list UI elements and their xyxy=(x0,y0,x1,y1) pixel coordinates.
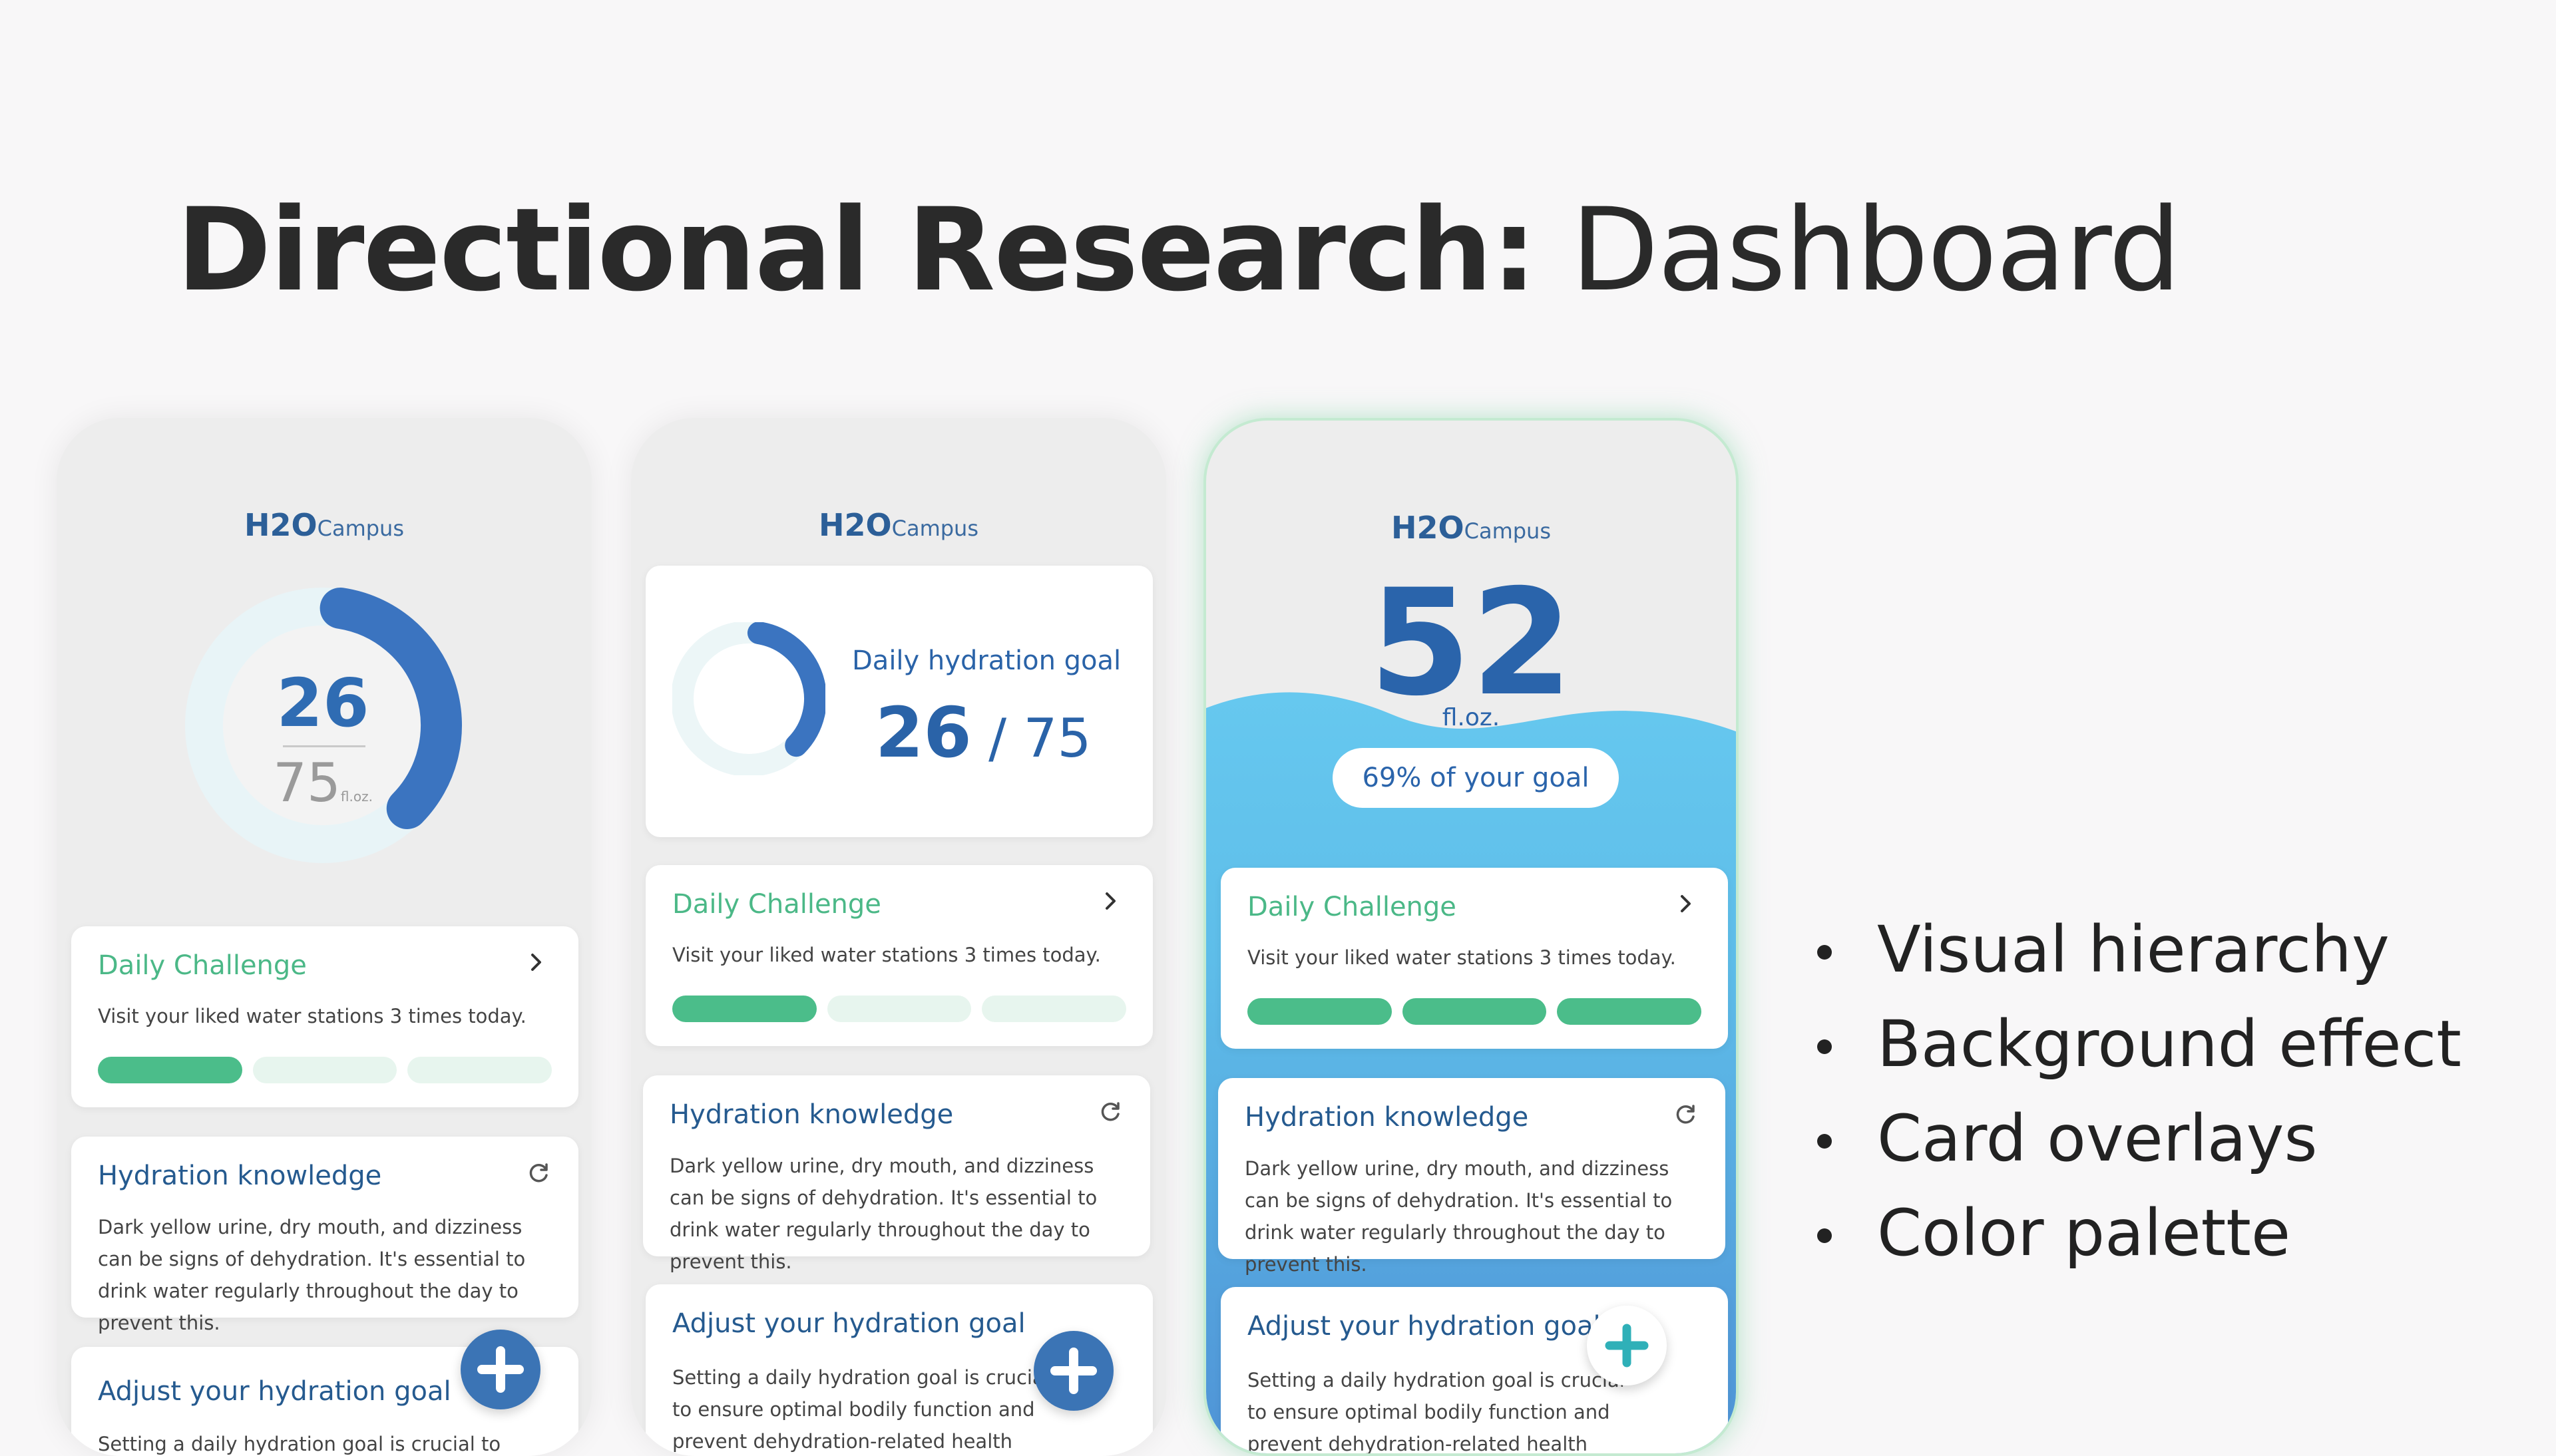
daily-challenge-card[interactable]: Daily Challenge Visit your liked water s… xyxy=(646,865,1153,1046)
current-intake: 26 xyxy=(875,692,972,773)
progress-segment xyxy=(407,1057,552,1083)
progress-segment xyxy=(1557,998,1702,1025)
brand-suffix: Campus xyxy=(1464,518,1551,544)
hydration-knowledge-card[interactable]: Hydration knowledge Dark yellow urine, d… xyxy=(643,1075,1150,1273)
brand-name: H2O xyxy=(819,507,892,543)
plus-icon xyxy=(1605,1324,1649,1367)
progress-segment xyxy=(982,996,1127,1022)
progress-segment xyxy=(252,1057,397,1083)
intake-unit: fl.oz. xyxy=(1442,704,1500,731)
card-title: Daily Challenge xyxy=(98,950,307,981)
challenge-progress xyxy=(98,1057,552,1083)
bullet-item: Color palette xyxy=(1817,1186,2461,1280)
brand-suffix: Campus xyxy=(317,516,404,541)
refresh-icon[interactable] xyxy=(1673,1102,1699,1127)
app-logo: H2OCampus xyxy=(631,507,1166,543)
add-water-button[interactable] xyxy=(1034,1331,1114,1411)
progress-segment xyxy=(827,996,972,1022)
plus-icon xyxy=(1050,1348,1097,1394)
brand-name: H2O xyxy=(244,507,318,543)
progress-segment xyxy=(1247,998,1392,1025)
app-logo: H2OCampus xyxy=(57,507,592,543)
card-text: Visit your liked water stations 3 times … xyxy=(1247,946,1676,969)
challenge-progress xyxy=(672,996,1127,1022)
separator: / xyxy=(971,707,1024,769)
brand-name: H2O xyxy=(1391,510,1464,546)
card-text: Visit your liked water stations 3 times … xyxy=(672,944,1101,966)
current-intake: 26 xyxy=(276,664,369,742)
app-logo: H2OCampus xyxy=(1206,510,1736,546)
card-title: Daily Challenge xyxy=(672,889,881,920)
refresh-icon[interactable] xyxy=(527,1161,552,1186)
progress-segment xyxy=(1402,998,1547,1025)
card-text: Dark yellow urine, dry mouth, and dizzin… xyxy=(1245,1157,1673,1276)
bullet-item: Background effect xyxy=(1817,997,2461,1091)
goal-label: Daily hydration goal xyxy=(852,645,1122,676)
chevron-right-icon[interactable] xyxy=(1097,888,1124,914)
phone-mockup-3: H2OCampus 52 fl.oz. 69% of your goal Dai… xyxy=(1203,418,1739,1456)
slide-title-bold: Directional Research: xyxy=(176,183,1537,317)
hydration-ring: 26 75fl.oz. xyxy=(183,586,463,865)
ring-divider xyxy=(283,745,365,747)
challenge-progress xyxy=(1247,998,1702,1025)
card-title: Hydration knowledge xyxy=(1245,1102,1529,1133)
card-title: Hydration knowledge xyxy=(98,1161,382,1191)
goal-value: 75 xyxy=(1023,707,1092,769)
goal-progress-value: 26 / 75 xyxy=(875,692,1091,773)
brand-suffix: Campus xyxy=(891,516,978,541)
hydration-knowledge-card[interactable]: Hydration knowledge Dark yellow urine, d… xyxy=(1218,1078,1725,1276)
card-text: Dark yellow urine, dry mouth, and dizzin… xyxy=(670,1155,1098,1273)
current-intake: 52 xyxy=(1369,558,1574,728)
slide-title-light: Dashboard xyxy=(1536,183,2181,317)
phone-mockup-1: H2OCampus 26 75fl.oz. Daily Challenge Vi… xyxy=(57,418,592,1456)
goal-value: 75 xyxy=(273,752,341,814)
card-text: Visit your liked water stations 3 times … xyxy=(98,1005,527,1027)
goal-percent-badge: 69% of your goal xyxy=(1333,748,1619,808)
bullet-item: Card overlays xyxy=(1817,1091,2461,1186)
slide-title: Directional Research: Dashboard xyxy=(176,193,2181,307)
card-title: Daily Challenge xyxy=(1247,892,1456,922)
card-title: Adjust your hydration goal xyxy=(672,1308,1026,1339)
refresh-icon[interactable] xyxy=(1098,1099,1124,1125)
hydration-knowledge-card[interactable]: Hydration knowledge Dark yellow urine, d… xyxy=(71,1137,578,1334)
daily-goal-card: Daily hydration goal 26 / 75 xyxy=(646,566,1153,837)
chevron-right-icon[interactable] xyxy=(523,949,549,976)
card-title: Adjust your hydration goal xyxy=(1247,1311,1601,1342)
progress-ring xyxy=(672,622,825,775)
card-title: Adjust your hydration goal xyxy=(98,1376,451,1407)
daily-challenge-card[interactable]: Daily Challenge Visit your liked water s… xyxy=(71,926,578,1107)
bullet-item: Visual hierarchy xyxy=(1817,902,2461,997)
card-text: Setting a daily hydration goal is crucia… xyxy=(98,1433,501,1455)
goal-amount: 75fl.oz. xyxy=(183,752,463,814)
progress-segment xyxy=(98,1057,242,1083)
chevron-right-icon[interactable] xyxy=(1672,890,1699,917)
card-title: Hydration knowledge xyxy=(670,1099,954,1130)
add-water-button[interactable] xyxy=(461,1330,540,1409)
card-text: Dark yellow urine, dry mouth, and dizzin… xyxy=(98,1216,526,1334)
goal-unit: fl.oz. xyxy=(340,789,373,805)
daily-challenge-card[interactable]: Daily Challenge Visit your liked water s… xyxy=(1221,868,1728,1049)
plus-icon xyxy=(477,1346,524,1393)
bullet-list: Visual hierarchy Background effect Card … xyxy=(1817,902,2461,1280)
phone-mockup-2: H2OCampus Daily hydration goal 26 / 75 D… xyxy=(631,418,1166,1456)
progress-arc xyxy=(747,622,825,757)
progress-segment xyxy=(672,996,817,1022)
add-water-button[interactable] xyxy=(1587,1306,1667,1385)
